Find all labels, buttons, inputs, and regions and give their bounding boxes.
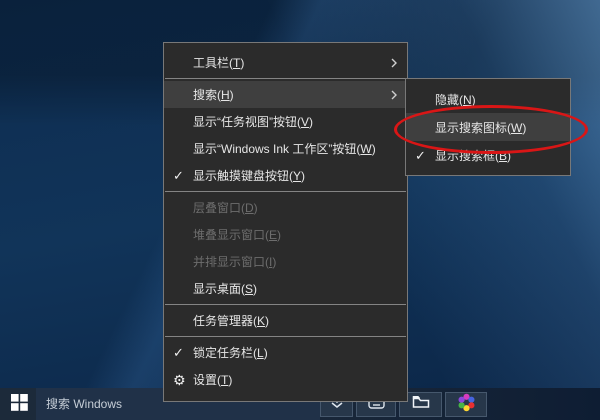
windows-logo-icon	[11, 394, 28, 414]
menu-item-lock-taskbar[interactable]: ✓ 锁定任务栏(L)	[164, 339, 407, 366]
menu-item-settings[interactable]: ⚙ 设置(T)	[164, 366, 407, 393]
submenu-item-hidden[interactable]: 隐藏(N)	[406, 85, 570, 113]
gear-icon: ⚙	[173, 373, 193, 387]
menu-separator	[165, 191, 406, 192]
menu-item-show-windows-side-by-side: 并排显示窗口(I)	[164, 248, 407, 275]
color-pinwheel-icon	[457, 393, 476, 417]
checkmark-icon: ✓	[173, 169, 193, 182]
menu-separator	[165, 78, 406, 79]
checkmark-icon: ✓	[173, 346, 193, 359]
color-app-button[interactable]	[445, 392, 487, 417]
menu-item-show-desktop[interactable]: 显示桌面(S)	[164, 275, 407, 302]
checkmark-icon: ✓	[415, 149, 435, 162]
submenu-arrow-icon	[391, 58, 397, 68]
taskbar-context-menu: 工具栏(T) 搜索(H) 显示“任务视图”按钮(V) 显示“Windows In…	[163, 42, 408, 402]
start-button[interactable]	[6, 392, 32, 416]
menu-item-show-touch-keyboard-button[interactable]: ✓ 显示触摸键盘按钮(Y)	[164, 162, 407, 189]
menu-item-show-stacked-windows: 堆叠显示窗口(E)	[164, 221, 407, 248]
menu-item-toolbars[interactable]: 工具栏(T)	[164, 49, 407, 76]
menu-separator	[165, 336, 406, 337]
menu-item-search[interactable]: 搜索(H)	[164, 81, 407, 108]
menu-item-cascade-windows: 层叠窗口(D)	[164, 194, 407, 221]
search-submenu: 隐藏(N) 显示搜索图标(W) ✓ 显示搜索框(B)	[405, 78, 571, 176]
menu-separator	[165, 304, 406, 305]
menu-item-show-windows-ink-workspace-button[interactable]: 显示“Windows Ink 工作区”按钮(W)	[164, 135, 407, 162]
submenu-item-show-search-box[interactable]: ✓ 显示搜索框(B)	[406, 141, 570, 169]
folder-icon	[412, 395, 430, 414]
menu-item-show-task-view-button[interactable]: 显示“任务视图”按钮(V)	[164, 108, 407, 135]
submenu-arrow-icon	[391, 90, 397, 100]
menu-item-task-manager[interactable]: 任务管理器(K)	[164, 307, 407, 334]
submenu-item-show-search-icon[interactable]: 显示搜索图标(W)	[406, 113, 570, 141]
